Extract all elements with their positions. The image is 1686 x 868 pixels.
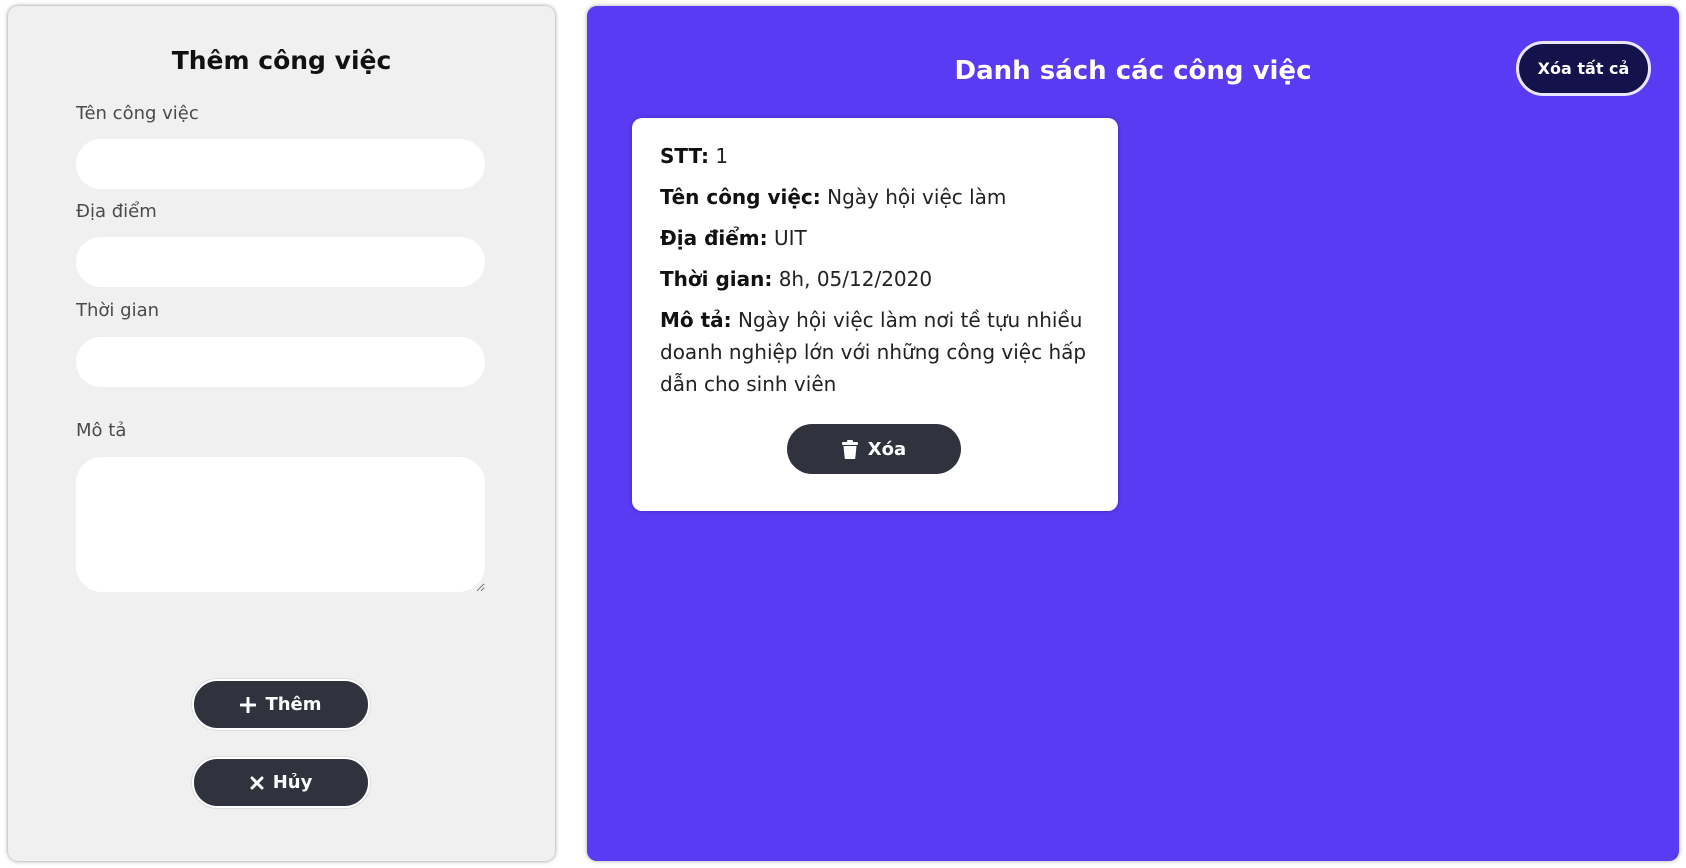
time-label: Thời gian xyxy=(76,300,160,321)
job-name: Tên công việc: Ngày hội việc làm xyxy=(660,181,1090,213)
time-value: 8h, 05/12/2020 xyxy=(778,267,933,291)
location-field-label: Địa điểm: xyxy=(660,226,768,250)
job-name-label: Tên công việc xyxy=(76,103,199,124)
location-input[interactable] xyxy=(76,237,485,287)
job-stt: STT: 1 xyxy=(660,140,1090,172)
location-label: Địa điểm xyxy=(76,201,157,222)
add-button[interactable]: Thêm xyxy=(192,679,370,730)
stt-value: 1 xyxy=(715,144,729,168)
job-name-input[interactable] xyxy=(76,139,485,189)
time-field-label: Thời gian: xyxy=(660,267,773,291)
add-button-label: Thêm xyxy=(265,694,322,715)
location-value: UIT xyxy=(774,226,807,250)
clear-all-button[interactable]: Xóa tất cả xyxy=(1516,41,1651,96)
trash-icon xyxy=(841,439,858,459)
cancel-button-label: Hủy xyxy=(272,772,313,793)
time-input[interactable] xyxy=(76,337,485,387)
stt-label: STT: xyxy=(660,144,710,168)
job-list-panel: Danh sách các công việc Xóa tất cả STT: … xyxy=(587,6,1679,861)
cancel-button[interactable]: Hủy xyxy=(192,757,370,808)
delete-button-label: Xóa xyxy=(867,438,907,460)
job-location: Địa điểm: UIT xyxy=(660,222,1090,254)
close-icon xyxy=(250,776,264,790)
job-card: STT: 1 Tên công việc: Ngày hội việc làm … xyxy=(632,118,1118,511)
description-field-label: Mô tả: xyxy=(660,308,732,332)
job-time: Thời gian: 8h, 05/12/2020 xyxy=(660,263,1090,295)
description-textarea[interactable] xyxy=(76,457,485,592)
job-description: Mô tả: Ngày hội việc làm nơi tề tựu nhiề… xyxy=(660,304,1090,400)
form-title: Thêm công việc xyxy=(171,46,392,75)
delete-button[interactable]: Xóa xyxy=(787,424,961,474)
job-name-field-label: Tên công việc: xyxy=(660,185,821,209)
job-name-value: Ngày hội việc làm xyxy=(827,185,1007,209)
description-label: Mô tả xyxy=(76,420,127,441)
plus-icon xyxy=(240,696,257,713)
add-job-form: Thêm công việc Tên công việc Địa điểm Th… xyxy=(8,6,555,861)
